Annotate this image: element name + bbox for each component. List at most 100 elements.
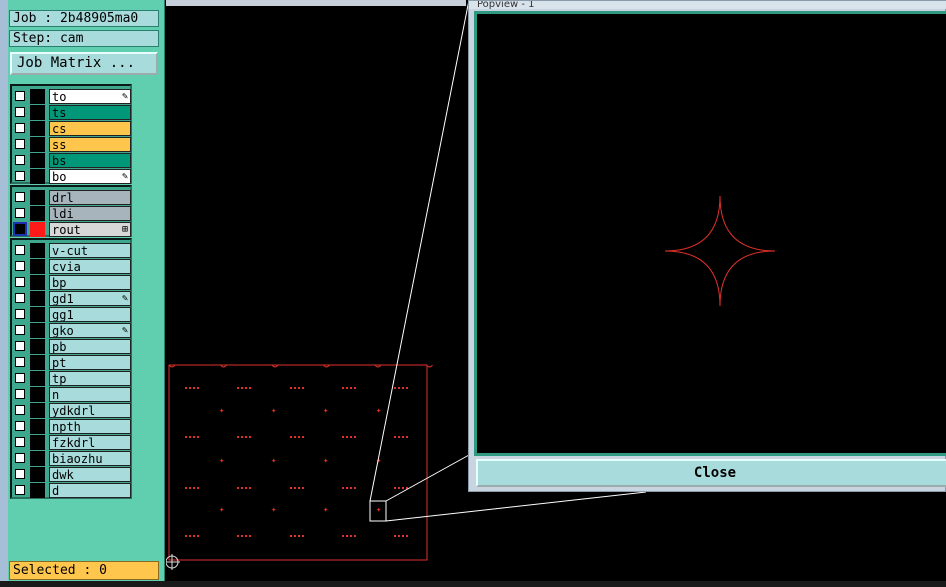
layer-checkbox[interactable] (15, 293, 25, 303)
layer-name[interactable]: pt (49, 355, 131, 370)
layer-color-swatch[interactable] (30, 451, 45, 466)
layer-row-ldi[interactable]: ldi (12, 206, 134, 222)
layer-checkbox[interactable] (15, 123, 25, 133)
layer-color-swatch[interactable] (30, 483, 45, 498)
layer-row-d[interactable]: d (12, 483, 134, 499)
popview-canvas[interactable] (474, 11, 946, 456)
close-button[interactable]: Close (476, 459, 946, 487)
layer-row-cs[interactable]: cs (12, 121, 134, 137)
layer-checkbox[interactable] (15, 421, 25, 431)
layer-checkbox[interactable] (15, 485, 25, 495)
layer-name[interactable]: cvia (49, 259, 131, 274)
layer-color-swatch[interactable] (30, 121, 45, 136)
layer-row-bs[interactable]: bs (12, 153, 134, 169)
layer-name[interactable]: v-cut (49, 243, 131, 258)
layer-name[interactable]: drl (49, 190, 131, 205)
layer-checkbox[interactable] (15, 341, 25, 351)
layer-color-swatch[interactable] (30, 222, 45, 237)
layer-color-swatch[interactable] (30, 387, 45, 402)
layer-name[interactable]: biaozhu (49, 451, 131, 466)
layer-checkbox[interactable] (15, 91, 25, 101)
layer-checkbox[interactable] (15, 357, 25, 367)
layer-color-swatch[interactable] (30, 291, 45, 306)
layer-color-swatch[interactable] (30, 275, 45, 290)
layer-color-swatch[interactable] (30, 243, 45, 258)
layer-name[interactable]: to ✎ (49, 89, 131, 104)
layer-name[interactable]: pb (49, 339, 131, 354)
layer-name[interactable]: fzkdrl (49, 435, 131, 450)
layer-name[interactable]: ldi (49, 206, 131, 221)
layer-checkbox[interactable] (15, 171, 25, 181)
layer-color-swatch[interactable] (30, 169, 45, 184)
layer-row-tp[interactable]: tp (12, 371, 134, 387)
layer-name[interactable]: gko ✎ (49, 323, 131, 338)
layer-checkbox[interactable] (15, 107, 25, 117)
layer-checkbox[interactable] (15, 139, 25, 149)
layer-color-swatch[interactable] (30, 371, 45, 386)
layer-checkbox[interactable] (15, 192, 25, 202)
layer-row-to[interactable]: to ✎ (12, 89, 134, 105)
layer-checkbox[interactable] (15, 277, 25, 287)
layer-color-swatch[interactable] (30, 89, 45, 104)
layer-color-swatch[interactable] (30, 403, 45, 418)
layer-checkbox[interactable] (15, 405, 25, 415)
layer-name[interactable]: gg1 (49, 307, 131, 322)
layer-row-pb[interactable]: pb (12, 339, 134, 355)
layer-color-swatch[interactable] (30, 137, 45, 152)
layer-row-fzkdrl[interactable]: fzkdrl (12, 435, 134, 451)
layer-row-v-cut[interactable]: v-cut (12, 243, 134, 259)
layer-color-swatch[interactable] (30, 467, 45, 482)
layer-name[interactable]: tp (49, 371, 131, 386)
layer-name[interactable]: ts (49, 105, 131, 120)
layer-row-bp[interactable]: bp (12, 275, 134, 291)
layer-color-swatch[interactable] (30, 323, 45, 338)
layer-name[interactable]: ss (49, 137, 131, 152)
layer-name[interactable]: bp (49, 275, 131, 290)
layer-checkbox[interactable] (15, 437, 25, 447)
job-matrix-button[interactable]: Job Matrix ... (10, 52, 158, 75)
layer-row-biaozhu[interactable]: biaozhu (12, 451, 134, 467)
layer-color-swatch[interactable] (30, 339, 45, 354)
layer-row-bo[interactable]: bo ✎ (12, 169, 134, 185)
layer-row-ss[interactable]: ss (12, 137, 134, 153)
layer-checkbox[interactable] (15, 389, 25, 399)
layer-checkbox[interactable] (15, 373, 25, 383)
layer-name[interactable]: d (49, 483, 131, 498)
layer-color-swatch[interactable] (30, 307, 45, 322)
layer-row-rout[interactable]: rout ⊞ (12, 222, 134, 238)
layer-color-swatch[interactable] (30, 105, 45, 120)
layer-name[interactable]: rout ⊞ (49, 222, 131, 237)
layer-checkbox[interactable] (15, 155, 25, 165)
layer-row-n[interactable]: n (12, 387, 134, 403)
layer-name[interactable]: bo ✎ (49, 169, 131, 184)
layer-checkbox[interactable] (15, 469, 25, 479)
layer-name[interactable]: ydkdrl (49, 403, 131, 418)
layer-color-swatch[interactable] (30, 259, 45, 274)
layer-checkbox[interactable] (15, 261, 25, 271)
layer-color-swatch[interactable] (30, 153, 45, 168)
layer-row-gd1[interactable]: gd1 ✎ (12, 291, 134, 307)
layer-row-gko[interactable]: gko ✎ (12, 323, 134, 339)
layer-name[interactable]: gd1 ✎ (49, 291, 131, 306)
layer-name[interactable]: bs (49, 153, 131, 168)
layer-checkbox[interactable] (15, 245, 25, 255)
layer-color-swatch[interactable] (30, 435, 45, 450)
layer-name[interactable]: n (49, 387, 131, 402)
layer-row-ts[interactable]: ts (12, 105, 134, 121)
layer-row-ydkdrl[interactable]: ydkdrl (12, 403, 134, 419)
layer-checkbox[interactable] (15, 208, 25, 218)
layer-row-cvia[interactable]: cvia (12, 259, 134, 275)
layer-checkbox[interactable] (15, 453, 25, 463)
layer-color-swatch[interactable] (30, 190, 45, 205)
layer-checkbox[interactable] (13, 222, 27, 236)
layer-color-swatch[interactable] (30, 206, 45, 221)
layer-checkbox[interactable] (15, 309, 25, 319)
layer-row-gg1[interactable]: gg1 (12, 307, 134, 323)
layer-color-swatch[interactable] (30, 355, 45, 370)
layer-row-dwk[interactable]: dwk (12, 467, 134, 483)
layer-row-pt[interactable]: pt (12, 355, 134, 371)
layer-name[interactable]: dwk (49, 467, 131, 482)
layer-color-swatch[interactable] (30, 419, 45, 434)
layer-row-drl[interactable]: drl (12, 190, 134, 206)
layer-checkbox[interactable] (15, 325, 25, 335)
